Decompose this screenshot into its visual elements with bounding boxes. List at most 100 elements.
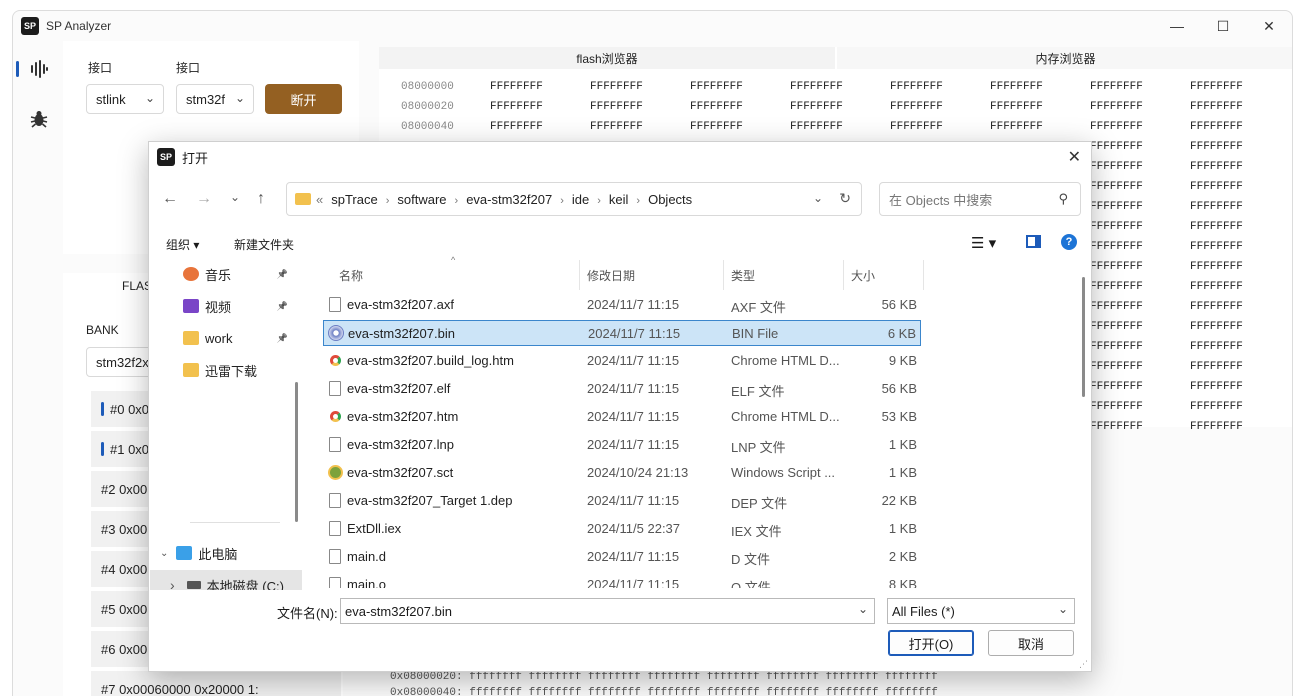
hex-cell[interactable]: FFFFFFFF (490, 81, 543, 93)
hex-cell[interactable]: FFFFFFFF (1090, 121, 1143, 133)
hex-cell[interactable]: FFFFFFFF (690, 81, 743, 93)
open-button[interactable]: 打开(O) (888, 630, 974, 656)
hex-cell[interactable]: FFFFFFFF (1190, 141, 1243, 153)
hex-cell[interactable]: FFFFFFFF (1090, 201, 1143, 213)
preview-pane-icon[interactable] (1026, 235, 1041, 248)
hex-cell[interactable]: FFFFFFFF (1190, 301, 1243, 313)
breadcrumb-item[interactable]: keil (609, 192, 629, 207)
new-folder-button[interactable]: 新建文件夹 (234, 236, 294, 253)
breadcrumb-item[interactable]: software (397, 192, 446, 207)
chevron-down-icon[interactable]: ⌄ (858, 602, 868, 616)
hex-cell[interactable]: FFFFFFFF (1090, 341, 1143, 353)
file-row[interactable]: ExtDll.iex 2024/11/5 22:37 IEX 文件 1 KB (323, 516, 921, 542)
file-row[interactable]: eva-stm32f207.bin 2024/11/7 11:15 BIN File… (323, 320, 921, 346)
breadcrumb-item[interactable]: spTrace (331, 192, 377, 207)
tab-memory-browser[interactable]: 内存浏览器 (837, 47, 1292, 69)
file-row[interactable]: eva-stm32f207.elf 2024/11/7 11:15 ELF 文件 56… (323, 376, 921, 402)
close-icon[interactable]: ✕ (1068, 147, 1081, 167)
bug-icon[interactable] (29, 109, 49, 129)
hex-cell[interactable]: FFFFFFFF (990, 121, 1043, 133)
hex-cell[interactable]: FFFFFFFF (1190, 161, 1243, 173)
hex-cell[interactable]: FFFFFFFF (1090, 261, 1143, 273)
organize-button[interactable]: 组织 ▾ (166, 236, 199, 253)
file-row[interactable]: eva-stm32f207.lnp 2024/11/7 11:15 LNP 文件 1 … (323, 432, 921, 458)
port2-select[interactable]: stm32f ⌄ (176, 84, 254, 114)
hex-cell[interactable]: FFFFFFFF (1190, 321, 1243, 333)
disconnect-button[interactable]: 断开 (265, 84, 342, 114)
hex-cell[interactable]: FFFFFFFF (1190, 341, 1243, 353)
hex-cell[interactable]: FFFFFFFF (690, 101, 743, 113)
forward-arrow-icon[interactable]: → (196, 190, 212, 208)
hex-cell[interactable]: FFFFFFFF (1090, 181, 1143, 193)
hex-cell[interactable]: FFFFFFFF (1190, 401, 1243, 413)
hex-cell[interactable]: FFFFFFFF (690, 121, 743, 133)
hex-cell[interactable]: FFFFFFFF (1190, 261, 1243, 273)
file-row[interactable]: main.o 2024/11/7 11:15 O 文件 8 KB (323, 572, 921, 588)
minimize-button[interactable]: — (1154, 11, 1200, 41)
nav-item[interactable]: 音乐 📌 (150, 260, 302, 289)
hex-cell[interactable]: FFFFFFFF (1190, 101, 1243, 113)
column-name[interactable]: 名称 (339, 260, 363, 290)
tab-flash-browser[interactable]: flash浏览器 (379, 47, 835, 69)
column-type[interactable]: 类型 (731, 260, 755, 290)
hex-cell[interactable]: FFFFFFFF (1090, 281, 1143, 293)
hex-cell[interactable]: FFFFFFFF (1090, 221, 1143, 233)
hex-cell[interactable]: FFFFFFFF (1190, 201, 1243, 213)
chevron-right-icon[interactable]: › (455, 195, 459, 207)
file-row[interactable]: eva-stm32f207.sct 2024/10/24 21:13 Windows… (323, 460, 921, 486)
file-row[interactable]: eva-stm32f207_Target 1.dep 2024/11/7 11:1… (323, 488, 921, 514)
hex-cell[interactable]: FFFFFFFF (1190, 281, 1243, 293)
hex-cell[interactable]: FFFFFFFF (1090, 421, 1143, 433)
filename-input[interactable]: eva-stm32f207.bin ⌄ (340, 598, 875, 624)
port1-select[interactable]: stlink ⌄ (86, 84, 164, 114)
hex-cell[interactable]: FFFFFFFF (1090, 141, 1143, 153)
hex-cell[interactable]: FFFFFFFF (890, 81, 943, 93)
hex-cell[interactable]: FFFFFFFF (990, 81, 1043, 93)
filetype-select[interactable]: All Files (*) ⌄ (887, 598, 1075, 624)
hex-cell[interactable]: FFFFFFFF (1190, 421, 1243, 433)
close-window-button[interactable]: ✕ (1246, 11, 1292, 41)
file-row[interactable]: eva-stm32f207.axf 2024/11/7 11:15 AXF 文件 56… (323, 292, 921, 318)
column-size[interactable]: 大小 (851, 260, 875, 290)
chevron-down-icon[interactable]: ⌄ (813, 191, 823, 205)
chevron-right-icon[interactable]: › (636, 195, 640, 207)
hex-cell[interactable]: FFFFFFFF (1090, 101, 1143, 113)
recent-locations-icon[interactable]: ⌄ (230, 190, 240, 204)
hex-cell[interactable]: FFFFFFFF (890, 121, 943, 133)
address-bar[interactable]: « spTrace › software › eva-stm32f207 › ide › kei… (286, 182, 862, 216)
breadcrumb-item[interactable]: Objects (648, 192, 692, 207)
cancel-button[interactable]: 取消 (988, 630, 1074, 656)
hex-cell[interactable]: FFFFFFFF (590, 81, 643, 93)
bank-row[interactable]: #7 0x00060000 0x20000 1: (91, 671, 341, 696)
chevron-right-icon[interactable]: › (597, 195, 601, 207)
hex-cell[interactable]: FFFFFFFF (1090, 401, 1143, 413)
chevron-right-icon[interactable]: › (386, 195, 390, 207)
hex-cell[interactable]: FFFFFFFF (790, 101, 843, 113)
hex-cell[interactable]: FFFFFFFF (790, 81, 843, 93)
hex-cell[interactable]: FFFFFFFF (1190, 221, 1243, 233)
hex-cell[interactable]: FFFFFFFF (1090, 361, 1143, 373)
hex-cell[interactable]: FFFFFFFF (1090, 161, 1143, 173)
hex-cell[interactable]: FFFFFFFF (490, 121, 543, 133)
hex-cell[interactable]: FFFFFFFF (990, 101, 1043, 113)
search-input[interactable]: 在 Objects 中搜索 ⚲ (879, 182, 1081, 216)
hex-cell[interactable]: FFFFFFFF (890, 101, 943, 113)
chevron-right-icon[interactable]: › (560, 195, 564, 207)
hex-cell[interactable]: FFFFFFFF (1190, 181, 1243, 193)
file-scrollbar[interactable] (1082, 277, 1085, 397)
hex-cell[interactable]: FFFFFFFF (1090, 301, 1143, 313)
hex-cell[interactable]: FFFFFFFF (1090, 381, 1143, 393)
refresh-icon[interactable]: ↻ (839, 190, 851, 207)
hex-cell[interactable]: FFFFFFFF (590, 101, 643, 113)
hex-cell[interactable]: FFFFFFFF (1190, 81, 1243, 93)
hex-cell[interactable]: FFFFFFFF (790, 121, 843, 133)
hex-cell[interactable]: FFFFFFFF (1090, 241, 1143, 253)
hex-cell[interactable]: FFFFFFFF (590, 121, 643, 133)
resize-grip-icon[interactable]: ⋰ (1079, 659, 1088, 670)
breadcrumb-item[interactable]: ide (572, 192, 589, 207)
breadcrumb-overflow[interactable]: « (316, 192, 323, 207)
back-arrow-icon[interactable]: ← (162, 190, 178, 208)
chevron-down-icon[interactable]: ⌄ (1058, 602, 1068, 616)
column-date[interactable]: 修改日期 (587, 260, 635, 290)
hex-cell[interactable]: FFFFFFFF (1190, 361, 1243, 373)
